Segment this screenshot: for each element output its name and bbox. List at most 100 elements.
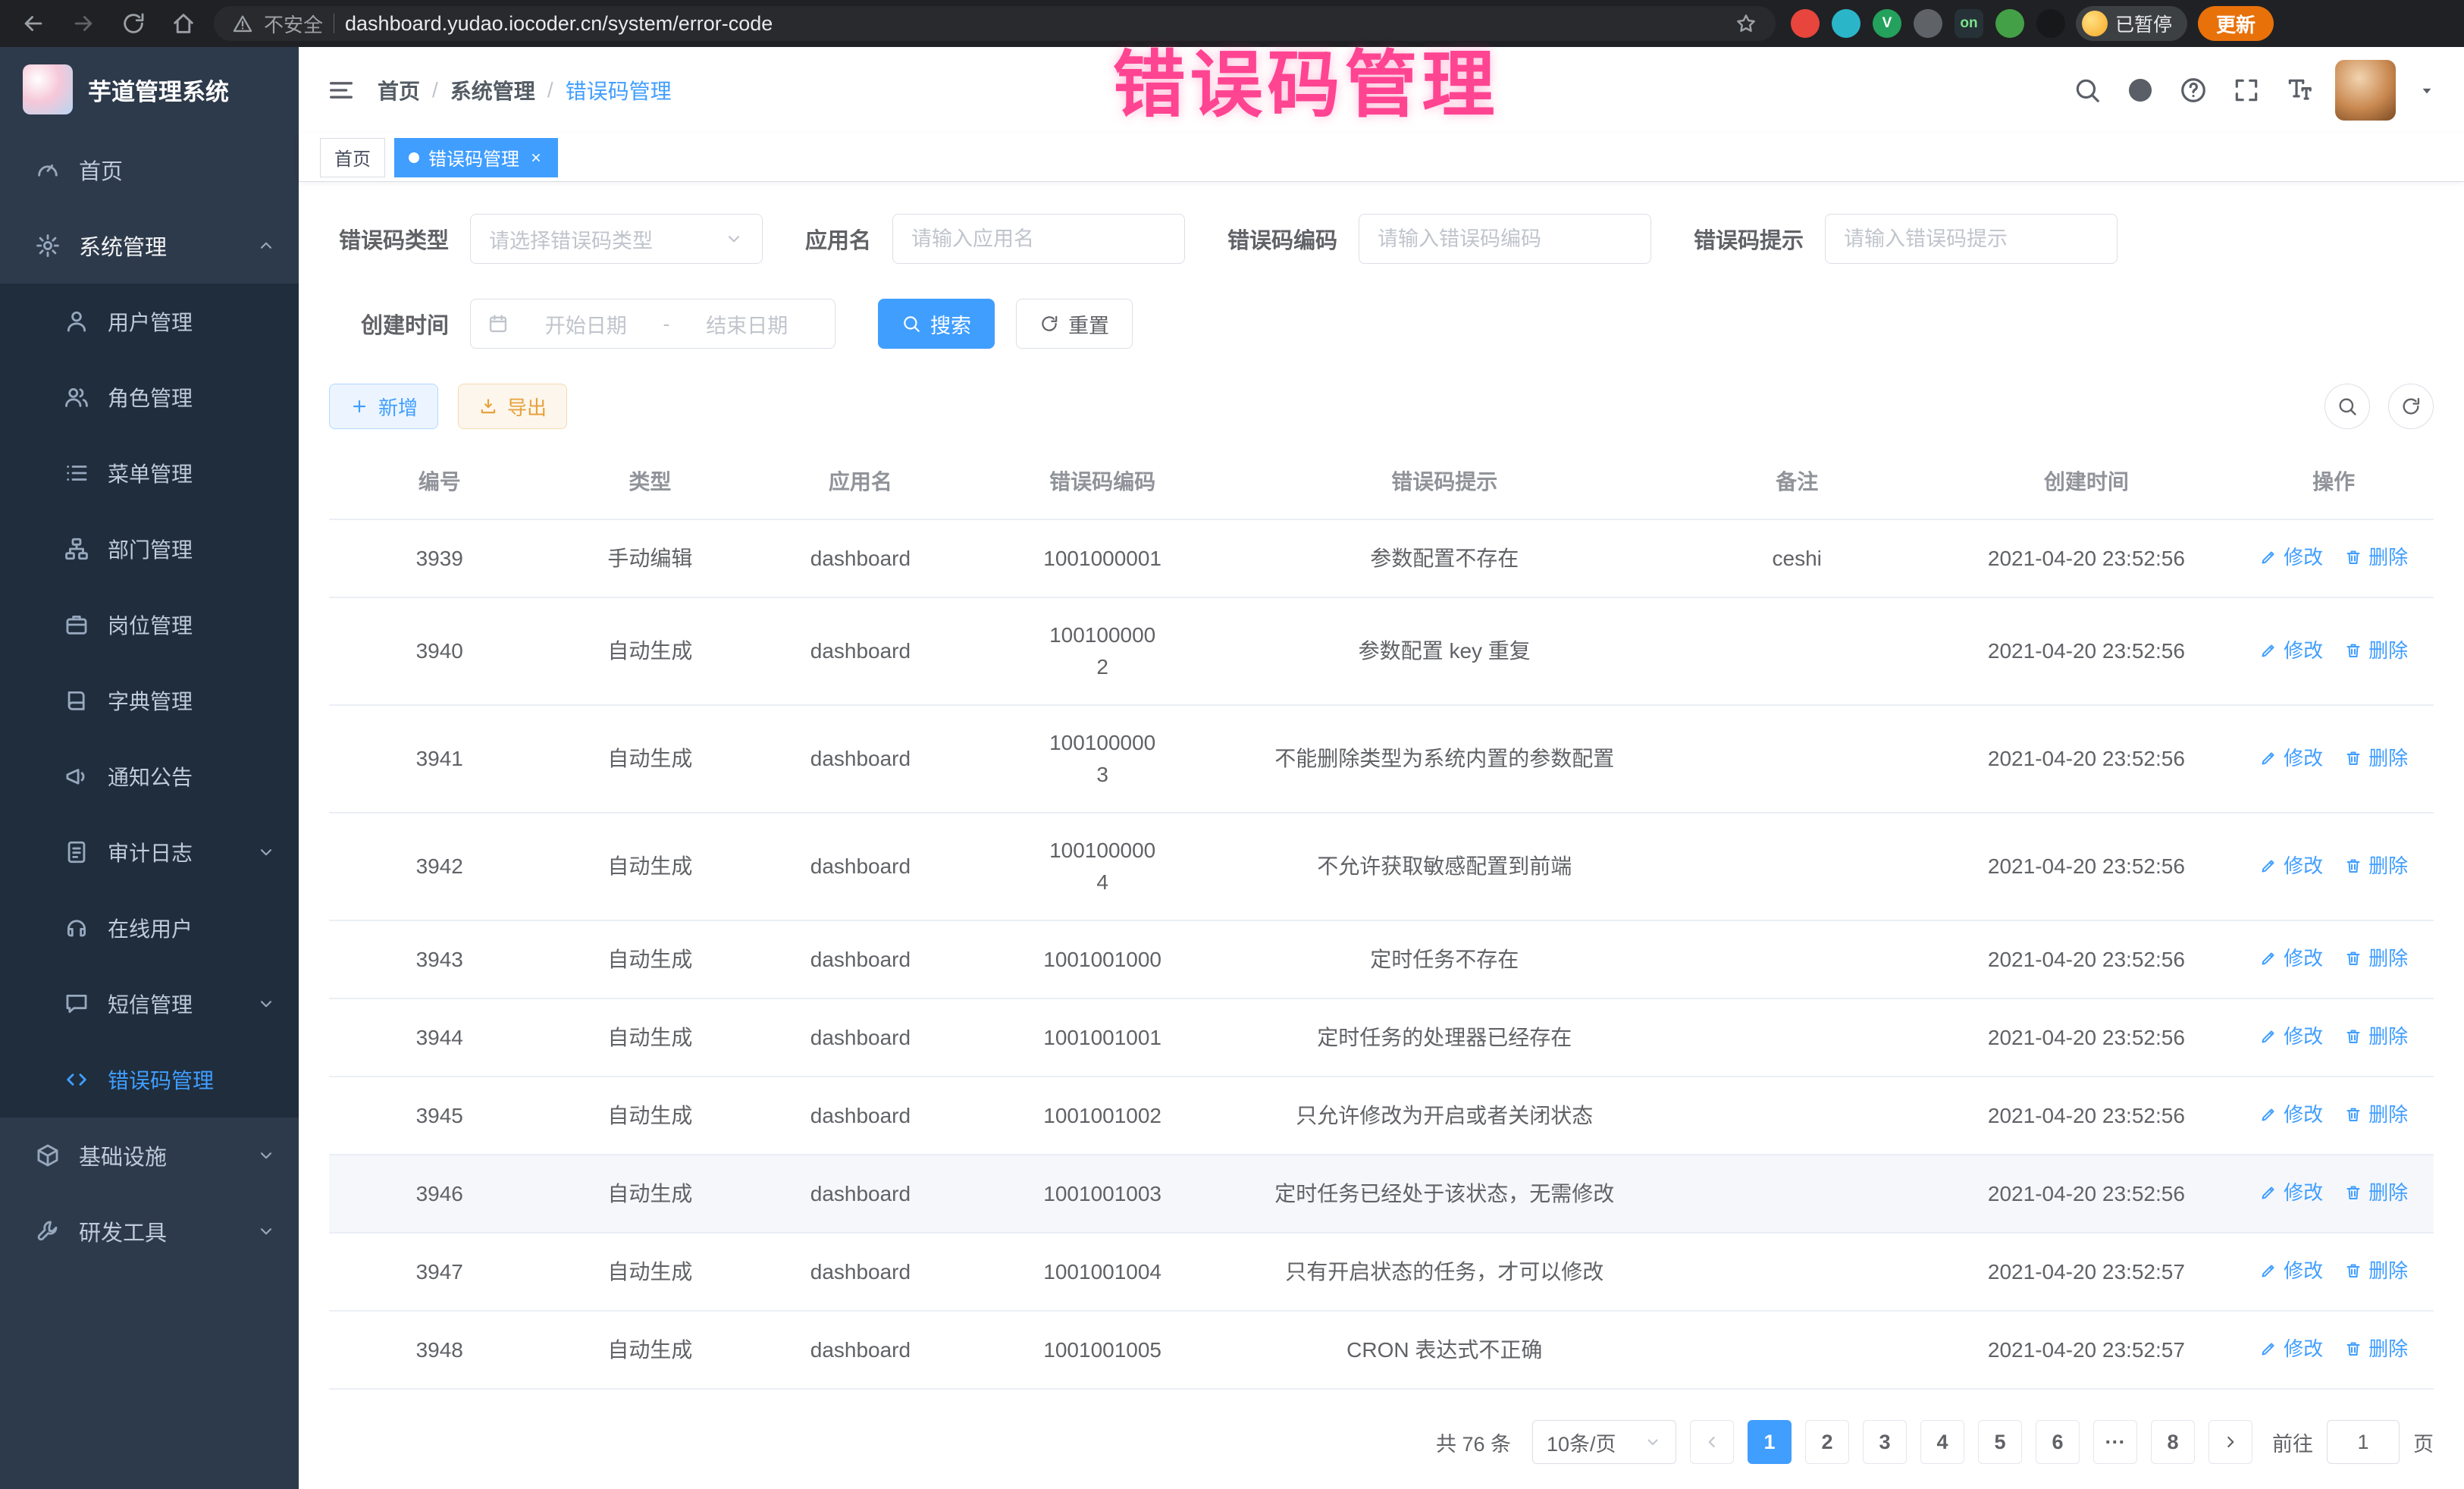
- extension-red-icon[interactable]: [1791, 9, 1820, 38]
- tab-home[interactable]: 首页: [320, 138, 385, 177]
- sidebar-item-role[interactable]: 角色管理: [0, 359, 299, 435]
- error-code-input[interactable]: [1359, 214, 1651, 264]
- page-button-2[interactable]: 2: [1805, 1420, 1849, 1464]
- pagination-total: 共 76 条: [1436, 1428, 1511, 1457]
- sidebar-item-system[interactable]: 系统管理: [0, 208, 299, 284]
- delete-link[interactable]: 删除: [2344, 635, 2408, 666]
- sidebar-item-post[interactable]: 岗位管理: [0, 587, 299, 663]
- more-pages-button[interactable]: ···: [2093, 1420, 2137, 1464]
- sidebar-item-notice[interactable]: 通知公告: [0, 738, 299, 814]
- breadcrumb-item[interactable]: 系统管理: [450, 75, 535, 105]
- cell-actions: 修改删除: [2234, 519, 2434, 597]
- reload-button[interactable]: [114, 4, 153, 43]
- app-title: 芋道管理系统: [88, 73, 229, 107]
- search-button[interactable]: 搜索: [878, 299, 995, 349]
- sidebar-item-dict[interactable]: 字典管理: [0, 663, 299, 738]
- delete-link[interactable]: 删除: [2344, 1099, 2408, 1130]
- extension-green-icon[interactable]: V: [1873, 9, 1901, 38]
- extension-dark-icon[interactable]: on: [1955, 9, 1983, 38]
- reset-button[interactable]: 重置: [1016, 299, 1133, 349]
- goto-page-input[interactable]: [2327, 1420, 2400, 1464]
- edit-link[interactable]: 修改: [2259, 1099, 2323, 1130]
- edit-link[interactable]: 修改: [2259, 1177, 2323, 1208]
- sidebar-item-menu[interactable]: 菜单管理: [0, 435, 299, 511]
- app-name-input[interactable]: [892, 214, 1185, 264]
- fontsize-icon[interactable]: [2285, 76, 2314, 105]
- home-button[interactable]: [164, 4, 203, 43]
- delete-link[interactable]: 删除: [2344, 1255, 2408, 1287]
- user-avatar[interactable]: [2335, 60, 2396, 121]
- delete-link[interactable]: 删除: [2344, 942, 2408, 974]
- export-button[interactable]: 导出: [458, 384, 567, 429]
- sidebar-item-sms[interactable]: 短信管理: [0, 966, 299, 1042]
- date-range-picker[interactable]: 开始日期 - 结束日期: [470, 299, 835, 349]
- edit-link[interactable]: 修改: [2259, 541, 2323, 573]
- next-page-button[interactable]: [2209, 1420, 2252, 1464]
- back-button[interactable]: [14, 4, 53, 43]
- sidebar-item-user[interactable]: 用户管理: [0, 284, 299, 359]
- edit-link[interactable]: 修改: [2259, 1255, 2323, 1287]
- edit-link[interactable]: 修改: [2259, 635, 2323, 666]
- edit-link[interactable]: 修改: [2259, 1333, 2323, 1365]
- caret-down-icon[interactable]: [2417, 80, 2437, 100]
- page-button-3[interactable]: 3: [1863, 1420, 1907, 1464]
- app-logo[interactable]: 芋道管理系统: [0, 47, 299, 132]
- sidebar-item-audit-log[interactable]: 审计日志: [0, 814, 299, 890]
- delete-link[interactable]: 删除: [2344, 1177, 2408, 1208]
- breadcrumb-item[interactable]: 首页: [378, 75, 420, 105]
- sidebar-item-dept[interactable]: 部门管理: [0, 511, 299, 587]
- bookmark-star-icon[interactable]: [1735, 12, 1757, 35]
- github-icon[interactable]: [2126, 76, 2155, 105]
- sidebar-item-dev-tool[interactable]: 研发工具: [0, 1193, 299, 1269]
- page-button-8[interactable]: 8: [2151, 1420, 2195, 1464]
- profile-paused-badge[interactable]: 已暂停: [2076, 6, 2187, 41]
- page-size-select[interactable]: 10条/页: [1532, 1420, 1676, 1464]
- page-button-6[interactable]: 6: [2036, 1420, 2080, 1464]
- question-icon[interactable]: [2179, 76, 2208, 105]
- refresh-table-button[interactable]: [2388, 384, 2434, 429]
- sidebar-item-error-code[interactable]: 错误码管理: [0, 1042, 299, 1118]
- trash-icon: [2344, 1183, 2362, 1202]
- close-icon[interactable]: [528, 150, 544, 165]
- table-row: 3946自动生成dashboard1001001003定时任务已经处于该状态，无…: [329, 1155, 2434, 1233]
- search-icon[interactable]: [2073, 76, 2102, 105]
- page-button-1[interactable]: 1: [1748, 1420, 1792, 1464]
- update-button[interactable]: 更新: [2198, 6, 2274, 41]
- edit-link[interactable]: 修改: [2259, 742, 2323, 774]
- edit-link[interactable]: 修改: [2259, 850, 2323, 882]
- hamburger-icon[interactable]: [326, 75, 356, 105]
- add-button[interactable]: 新增: [329, 384, 438, 429]
- trash-icon: [2344, 1027, 2362, 1045]
- tab-error-code[interactable]: 错误码管理: [394, 138, 558, 177]
- prev-page-button[interactable]: [1690, 1420, 1734, 1464]
- sidebar-item-home[interactable]: 首页: [0, 132, 299, 208]
- delete-link[interactable]: 删除: [2344, 541, 2408, 573]
- delete-link[interactable]: 删除: [2344, 850, 2408, 882]
- extension-teal-icon[interactable]: [1832, 9, 1861, 38]
- forward-button[interactable]: [64, 4, 103, 43]
- extension-grid-icon[interactable]: [1914, 9, 1942, 38]
- sidebar-item-infra[interactable]: 基础设施: [0, 1118, 299, 1193]
- cell-code: 1001001005: [971, 1311, 1234, 1389]
- delete-link[interactable]: 删除: [2344, 1020, 2408, 1052]
- chevron-down-icon: [256, 1221, 276, 1241]
- extension-leaf-icon[interactable]: [1995, 9, 2024, 38]
- error-hint-input[interactable]: [1825, 214, 2118, 264]
- delete-link[interactable]: 删除: [2344, 1333, 2408, 1365]
- cell-app: dashboard: [750, 1233, 970, 1311]
- sidebar-item-online-user[interactable]: 在线用户: [0, 890, 299, 966]
- page-button-5[interactable]: 5: [1978, 1420, 2022, 1464]
- sidebar-item-label: 部门管理: [108, 534, 193, 564]
- delete-link[interactable]: 删除: [2344, 742, 2408, 774]
- cell-type: 自动生成: [550, 1233, 750, 1311]
- address-bar[interactable]: 不安全 dashboard.yudao.iocoder.cn/system/er…: [214, 6, 1776, 41]
- edit-link[interactable]: 修改: [2259, 1020, 2323, 1052]
- extension-pin-icon[interactable]: [2036, 9, 2065, 38]
- wrench-icon: [35, 1218, 61, 1244]
- fullscreen-icon[interactable]: [2232, 76, 2261, 105]
- cell-time: 2021-04-20 23:52:56: [1939, 1077, 2234, 1155]
- error-type-select[interactable]: 请选择错误码类型: [470, 214, 763, 264]
- edit-link[interactable]: 修改: [2259, 942, 2323, 974]
- toggle-search-button[interactable]: [2324, 384, 2370, 429]
- page-button-4[interactable]: 4: [1920, 1420, 1964, 1464]
